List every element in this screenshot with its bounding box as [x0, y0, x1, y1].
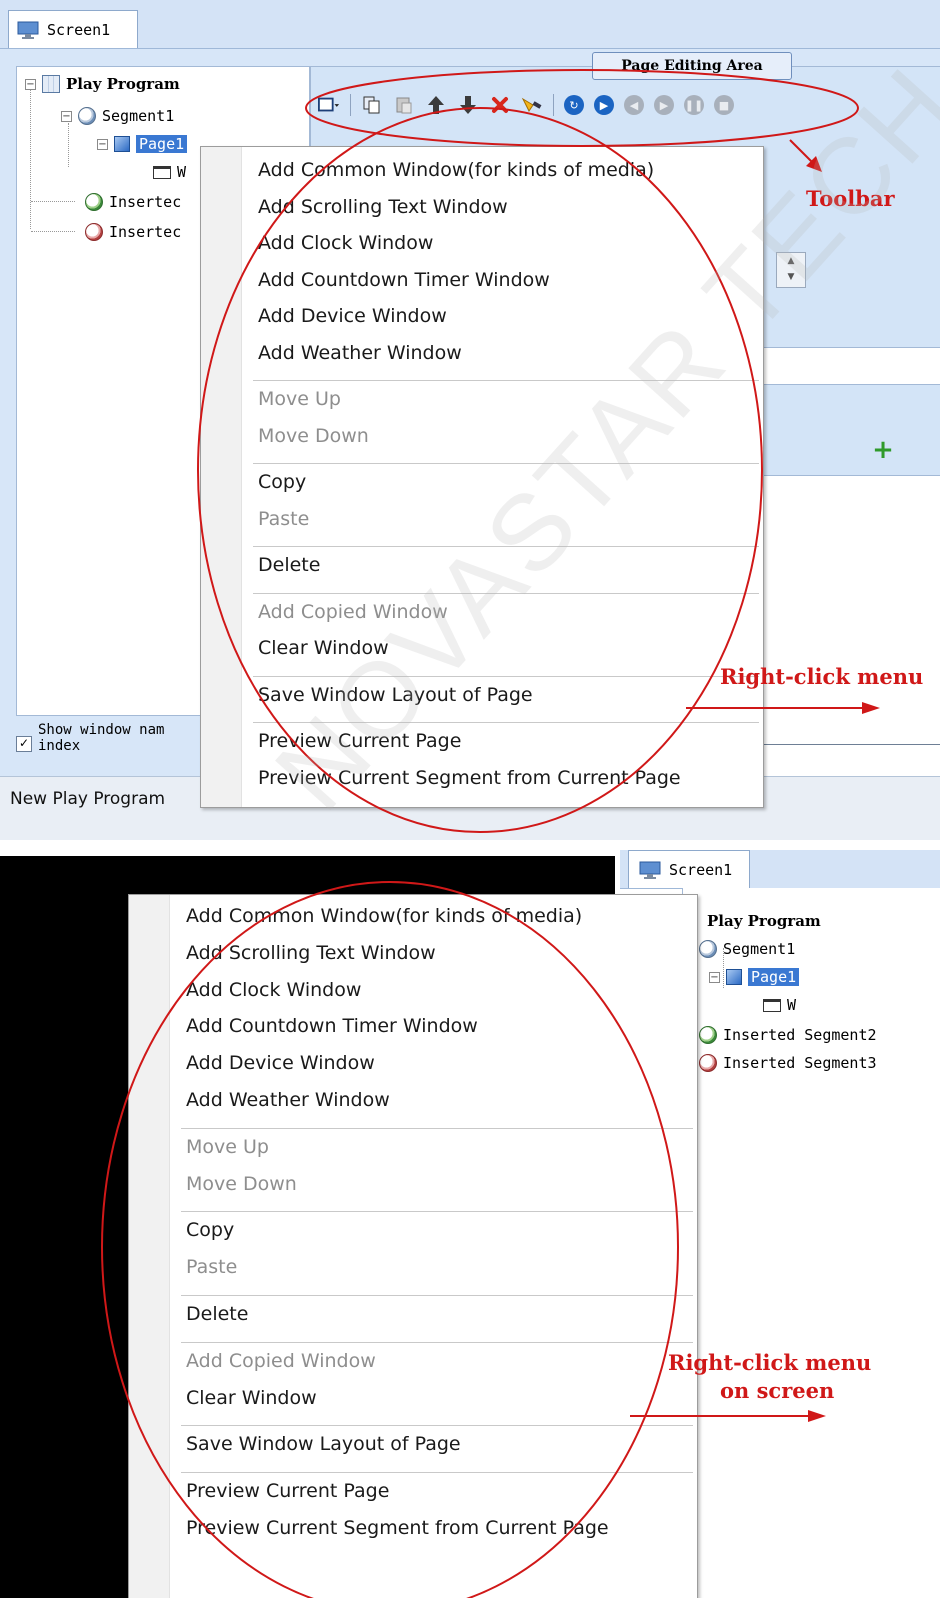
right-click-menu-annotation: Right-click menu — [720, 664, 924, 689]
right-click-menu-annotation: Right-click menu — [668, 1350, 872, 1375]
menu-arrowhead — [862, 702, 880, 714]
right-click-menu-annotation: on screen — [720, 1378, 835, 1403]
toolbar-highlight-ellipse — [305, 69, 859, 147]
annotation-overlay — [197, 69, 880, 833]
menu-highlight-ellipse — [101, 881, 679, 1598]
top-screenshot: Screen1 Page Editing Area ↻ ▶ ◀ ▶ ❚❚ ■ ▲… — [0, 0, 940, 840]
annotation-overlay — [101, 881, 826, 1598]
bottom-screenshot: Screen1 Play Program Segment1 − Page1 W … — [0, 842, 940, 1598]
menu-arrowhead — [808, 1410, 826, 1422]
